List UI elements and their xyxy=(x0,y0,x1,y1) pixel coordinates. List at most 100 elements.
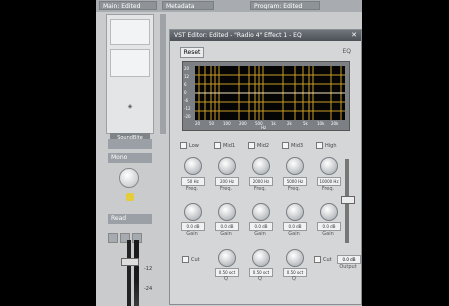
tab-main[interactable]: Main: Edited xyxy=(99,1,157,10)
band-high-gain-value[interactable]: 0.0 dB xyxy=(317,222,341,231)
automation-indicator xyxy=(126,193,134,201)
band-mid1-q-knob[interactable] xyxy=(218,249,236,267)
graph-y-tick: -20 xyxy=(184,114,191,119)
band-name: Mid1 xyxy=(223,143,236,149)
band-mid2-gain-knob[interactable] xyxy=(252,203,270,221)
gain-label: Gain xyxy=(186,231,198,237)
band-low-gain-knob[interactable] xyxy=(184,203,202,221)
band-enable-checkbox[interactable] xyxy=(180,142,187,149)
band-mid1-header: Mid1 xyxy=(214,142,235,149)
cut-checkbox[interactable] xyxy=(182,256,189,263)
graph-y-tick: -6 xyxy=(184,98,188,103)
band-enable-checkbox[interactable] xyxy=(316,142,323,149)
freq-label: Freq. xyxy=(253,186,267,192)
band-name: Low xyxy=(189,143,199,149)
band-enable-checkbox[interactable] xyxy=(282,142,289,149)
output-fader-handle[interactable] xyxy=(341,196,355,204)
freq-label: Freq. xyxy=(219,186,233,192)
band-mid3-freq-value[interactable]: 5000 Hz xyxy=(283,177,307,186)
band-enable-checkbox[interactable] xyxy=(248,142,255,149)
band-mid3-q-knob[interactable] xyxy=(286,249,304,267)
eq-graph-panel: 20 12 6 0 -6 -12 -20 20 50 100 200 500 1… xyxy=(182,61,350,131)
graph-y-tick: 6 xyxy=(184,82,187,87)
reset-button[interactable]: Reset xyxy=(180,47,204,58)
band-low-freq-knob[interactable] xyxy=(184,157,202,175)
eq-grid-svg xyxy=(195,66,345,120)
effect-slot-2[interactable] xyxy=(110,49,150,77)
band-mid1-freq-value[interactable]: 200 Hz xyxy=(215,177,239,186)
graph-x-tick: 5k xyxy=(303,121,308,126)
band-mid1-gain-knob[interactable] xyxy=(218,203,236,221)
band-mid1-gain-value[interactable]: 0.0 dB xyxy=(215,222,239,231)
high-cut-checkbox[interactable]: Cut xyxy=(314,256,332,263)
eq-response-graph[interactable] xyxy=(195,66,345,120)
band-name: Mid2 xyxy=(257,143,270,149)
freq-label: Freq. xyxy=(321,186,335,192)
q-label: Q xyxy=(258,276,262,282)
gain-label: Gain xyxy=(288,231,300,237)
plugin-logo: ◈ xyxy=(127,103,133,110)
meter-scale-label: -24 xyxy=(144,286,153,292)
band-mid1-freq-knob[interactable] xyxy=(218,157,236,175)
gain-label: Gain xyxy=(220,231,232,237)
graph-x-tick: 20 xyxy=(195,121,201,126)
band-low-gain-value[interactable]: 0.0 dB xyxy=(181,222,205,231)
plugin-title: VST Editor: Edited - "Radio 4" Effect 1 … xyxy=(170,30,361,41)
band-high-freq-value[interactable]: 10000 Hz xyxy=(317,177,341,186)
band-high-freq-knob[interactable] xyxy=(320,157,338,175)
automation-read-select[interactable]: Read xyxy=(108,214,152,224)
band-enable-checkbox[interactable] xyxy=(214,142,221,149)
band-mid2-gain-value[interactable]: 0.0 dB xyxy=(249,222,273,231)
graph-x-tick: 10k xyxy=(317,121,325,126)
graph-x-tick: 20k xyxy=(331,121,339,126)
graph-x-tick: 2k xyxy=(287,121,292,126)
low-cut-checkbox[interactable]: Cut xyxy=(182,256,200,263)
band-low-freq-value[interactable]: 50 Hz xyxy=(181,177,205,186)
band-mid2-freq-knob[interactable] xyxy=(252,157,270,175)
band-mid3-header: Mid3 xyxy=(282,142,303,149)
graph-x-tick: 1k xyxy=(271,121,276,126)
band-name: High xyxy=(325,143,337,149)
gain-label: Gain xyxy=(254,231,266,237)
freq-label: Freq. xyxy=(185,186,199,192)
band-mid2-q-knob[interactable] xyxy=(252,249,270,267)
cut-checkbox[interactable] xyxy=(314,256,321,263)
insert-button[interactable] xyxy=(108,139,152,149)
freq-label: Freq. xyxy=(287,186,301,192)
output-value[interactable]: 0.0 dB xyxy=(337,255,361,264)
cut-label: Cut xyxy=(323,257,332,263)
volume-fader-track[interactable] xyxy=(127,240,131,306)
graph-x-tick: 200 xyxy=(239,121,247,126)
graph-x-tick: 50 xyxy=(209,121,215,126)
tab-program[interactable]: Program: Edited xyxy=(250,1,320,10)
volume-fader-handle[interactable] xyxy=(121,258,139,266)
q-label: Q xyxy=(224,276,228,282)
graph-y-tick: 12 xyxy=(184,74,190,79)
channel-strip: ◈ SoundBite xyxy=(106,14,154,143)
band-mid2-freq-value[interactable]: 2000 Hz xyxy=(249,177,273,186)
top-tab-bar: Main: Edited Metadata Program: Edited xyxy=(96,0,362,12)
close-icon[interactable]: ✕ xyxy=(351,31,357,39)
graph-x-tick: 100 xyxy=(223,121,231,126)
eq-label: EQ xyxy=(342,48,351,55)
effect-slot-1[interactable] xyxy=(110,19,150,45)
gain-label: Gain xyxy=(322,231,334,237)
band-high-gain-knob[interactable] xyxy=(320,203,338,221)
graph-y-tick: -12 xyxy=(184,106,191,111)
mode-select[interactable]: Mono xyxy=(108,153,152,163)
scrollbar[interactable] xyxy=(160,14,166,134)
meter-scale-label: -12 xyxy=(144,266,153,272)
band-name: Mid3 xyxy=(291,143,304,149)
band-high-header: High xyxy=(316,142,337,149)
tab-metadata[interactable]: Metadata xyxy=(162,1,214,10)
mute-button[interactable] xyxy=(108,233,118,243)
band-low-header: Low xyxy=(180,142,199,149)
band-mid3-gain-knob[interactable] xyxy=(286,203,304,221)
output-label: Output xyxy=(339,264,357,270)
q-label: Q xyxy=(292,276,296,282)
band-mid3-freq-knob[interactable] xyxy=(286,157,304,175)
band-mid3-gain-value[interactable]: 0.0 dB xyxy=(283,222,307,231)
eq-plugin-window: VST Editor: Edited - "Radio 4" Effect 1 … xyxy=(169,29,362,305)
graph-y-tick: 0 xyxy=(184,90,187,95)
pan-knob[interactable] xyxy=(119,168,139,188)
